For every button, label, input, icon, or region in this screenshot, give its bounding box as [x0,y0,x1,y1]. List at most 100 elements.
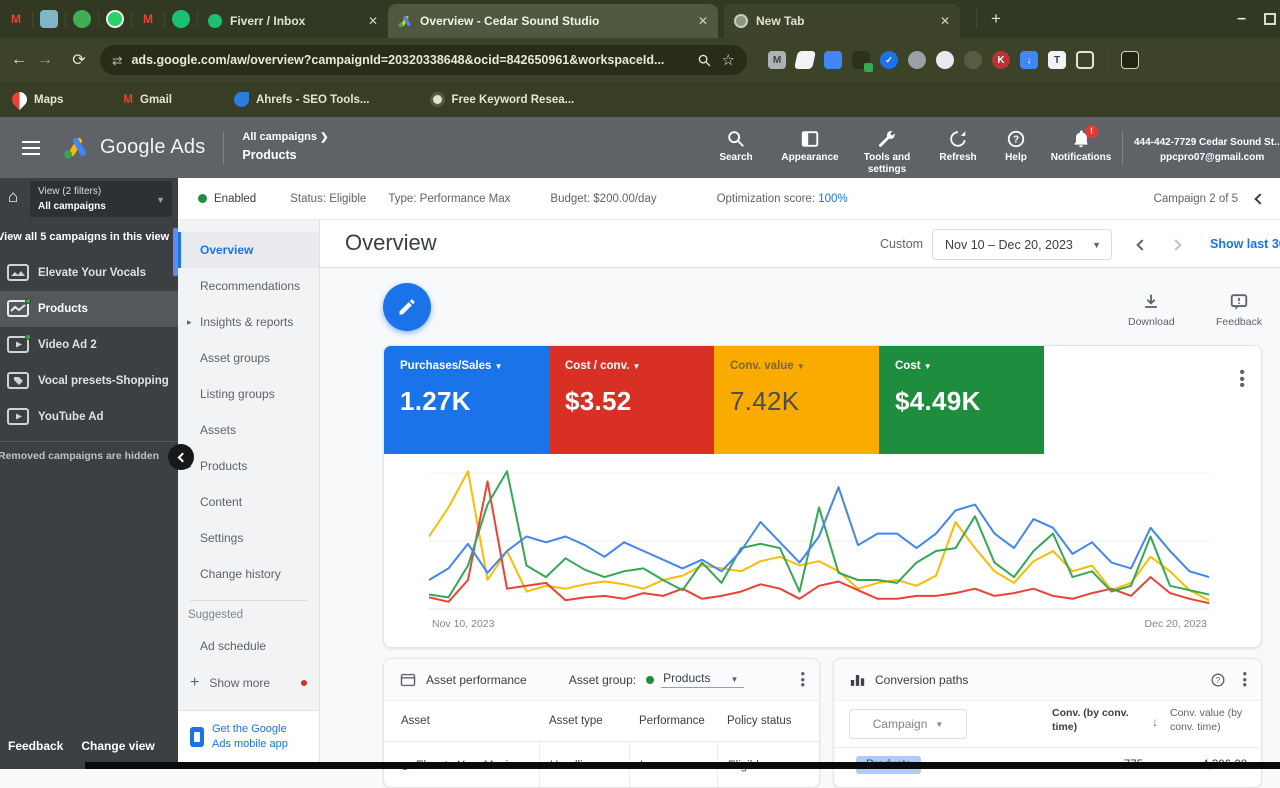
column-header[interactable]: Asset [384,715,549,727]
download-button[interactable]: Download [1128,292,1175,328]
window-control-box[interactable] [1264,13,1276,25]
address-bar[interactable]: ⇄ ads.google.com/aw/overview?campaignId=… [100,45,747,75]
sidebar-item-youtube-ad[interactable]: YouTube Ad [0,399,178,435]
extension-icon-7[interactable] [936,51,954,69]
card-menu-button[interactable]: ••• [1239,370,1245,390]
nav-item-products[interactable]: ▸Products [178,448,319,484]
extension-check-icon[interactable]: ✓ [880,51,898,69]
sidebar-item-vocal-presets-shopping[interactable]: Vocal presets-Shopping [0,363,178,399]
tab-overview-active[interactable]: Overview - Cedar Sound Studio ✕ [388,4,718,38]
sidebar-item-elevate-your-vocals[interactable]: Elevate Your Vocals [0,255,178,291]
column-header-conv-value[interactable]: Conv. value (by conv. time) [1170,707,1258,734]
nav-item-content[interactable]: Content [178,484,319,520]
refresh-button[interactable]: Refresh [926,129,990,175]
gmail-icon-2[interactable]: M [139,10,157,28]
campaign-filter-dropdown[interactable]: Campaign ▼ [849,709,967,739]
column-header-conv[interactable]: Conv. (by conv. time) [1052,707,1148,734]
teal-app-icon[interactable] [40,10,58,28]
new-tab-button[interactable]: + [976,9,1001,29]
extension-icon-11[interactable]: T [1048,51,1066,69]
budget-value[interactable]: $200.00/day [593,193,656,205]
gmail-icon[interactable]: M [7,10,25,28]
feedback-button[interactable]: Feedback [1216,292,1262,328]
column-header[interactable]: Policy status [727,715,792,727]
metric-tile-conv-value[interactable]: Conv. value ▼ 7.42K [714,346,879,454]
prev-range-icon[interactable] [1136,239,1147,250]
bookmark-maps[interactable]: Maps [12,92,63,107]
edit-fab-button[interactable] [383,283,431,331]
nav-item-asset-groups[interactable]: Asset groups [178,340,319,376]
extension-k-icon[interactable]: K [992,51,1010,69]
extension-icon-10[interactable]: ↓ [1020,51,1038,69]
fiverr-pinned-icon[interactable] [172,10,190,28]
extensions-puzzle-icon[interactable] [1076,51,1094,69]
close-icon[interactable]: ✕ [940,14,950,28]
view-filter-dropdown[interactable]: View (2 filters) All campaigns ▼ [30,181,172,217]
show-more-button[interactable]: + Show more [178,661,319,705]
show-last-30-link[interactable]: Show last 30 [1210,237,1280,251]
chevron-down-icon[interactable]: ▼ [730,675,738,684]
search-icon[interactable] [697,53,712,68]
extension-icon-2[interactable] [794,51,816,69]
extension-icon-8[interactable] [964,51,982,69]
change-view-button[interactable]: Change view [81,739,154,753]
close-icon[interactable]: ✕ [698,14,708,28]
nav-item-insights-reports[interactable]: ▸Insights & reports [178,304,319,340]
nav-item-overview[interactable]: Overview [178,232,319,268]
tools-settings-button[interactable]: Tools and settings [848,129,926,175]
sidebar-item-products[interactable]: Products [0,291,178,327]
asset-performance-menu-button[interactable]: ••• [800,671,805,687]
account-info[interactable]: 444-442-7729 Cedar Sound St.. ppcpro07@g… [1134,135,1280,165]
extension-lock-icon[interactable] [852,51,870,69]
nav-item-change-history[interactable]: Change history [178,556,319,592]
forward-icon[interactable]: → [32,51,58,69]
reload-icon[interactable]: ⟳ [66,50,92,70]
bookmark-free-keyword[interactable]: Free Keyword Resea... [430,92,575,107]
appearance-button[interactable]: Appearance [772,129,848,175]
prev-campaign-icon[interactable] [1254,193,1265,204]
sidebar-feedback-button[interactable]: Feedback [8,739,63,753]
mobile-app-promo[interactable]: Get the Google Ads mobile app [178,710,319,762]
extension-icon-3[interactable] [824,51,842,69]
help-icon[interactable]: ? [1210,672,1226,688]
nav-item-recommendations[interactable]: Recommendations [178,268,319,304]
nav-item-ad-schedule[interactable]: Ad schedule [178,631,319,661]
tab-new-tab[interactable]: New Tab ✕ [724,4,960,38]
bookmark-gmail[interactable]: M Gmail [123,94,172,106]
profile-avatar[interactable] [1121,51,1139,69]
metric-tile-cost[interactable]: Cost ▼ $4.49K [879,346,1044,454]
optimization-value[interactable]: 100% [818,193,847,205]
nav-item-settings[interactable]: Settings [178,520,319,556]
minimize-button[interactable]: – [1237,10,1246,28]
bookmark-star-icon[interactable]: ☆ [722,51,735,69]
tab-fiverr[interactable]: Fiverr / Inbox ✕ [198,4,388,38]
extension-icon-1[interactable]: M [768,51,786,69]
notifications-button[interactable]: ! Notifications [1042,129,1120,175]
conversion-paths-menu-button[interactable]: ••• [1242,671,1247,687]
nav-item-listing-groups[interactable]: Listing groups [178,376,319,412]
menu-icon[interactable] [22,137,40,159]
sort-arrow-icon[interactable]: ↓ [1152,715,1158,729]
metric-tile-cost-per-conv[interactable]: Cost / conv. ▼ $3.52 [549,346,714,454]
close-icon[interactable]: ✕ [368,14,378,28]
home-icon[interactable]: ⌂ [8,187,18,207]
nav-item-assets[interactable]: Assets [178,412,319,448]
enabled-label[interactable]: Enabled [214,193,256,205]
collapse-panel-button[interactable] [168,444,194,470]
breadcrumb-top[interactable]: All campaigns ❯ [242,130,328,146]
back-icon[interactable]: ← [6,51,32,69]
help-button[interactable]: ? Help [990,129,1042,175]
whatsapp-icon[interactable] [106,10,124,28]
column-header[interactable]: Asset type [549,715,639,727]
search-button[interactable]: Search [700,129,772,175]
next-range-icon[interactable] [1170,239,1181,250]
breadcrumb-current[interactable]: Products [242,146,328,164]
green-app-icon[interactable] [73,10,91,28]
url-text[interactable]: ads.google.com/aw/overview?campaignId=20… [131,53,686,67]
extension-icon-6[interactable] [908,51,926,69]
bookmark-ahrefs[interactable]: Ahrefs - SEO Tools... [234,92,370,107]
site-settings-icon[interactable]: ⇄ [112,53,121,68]
metric-tile-purchases-sales[interactable]: Purchases/Sales ▼ 1.27K [384,346,549,454]
date-range-picker[interactable]: Nov 10 – Dec 20, 2023 ▼ [932,229,1112,260]
column-header[interactable]: Performance [639,715,727,727]
